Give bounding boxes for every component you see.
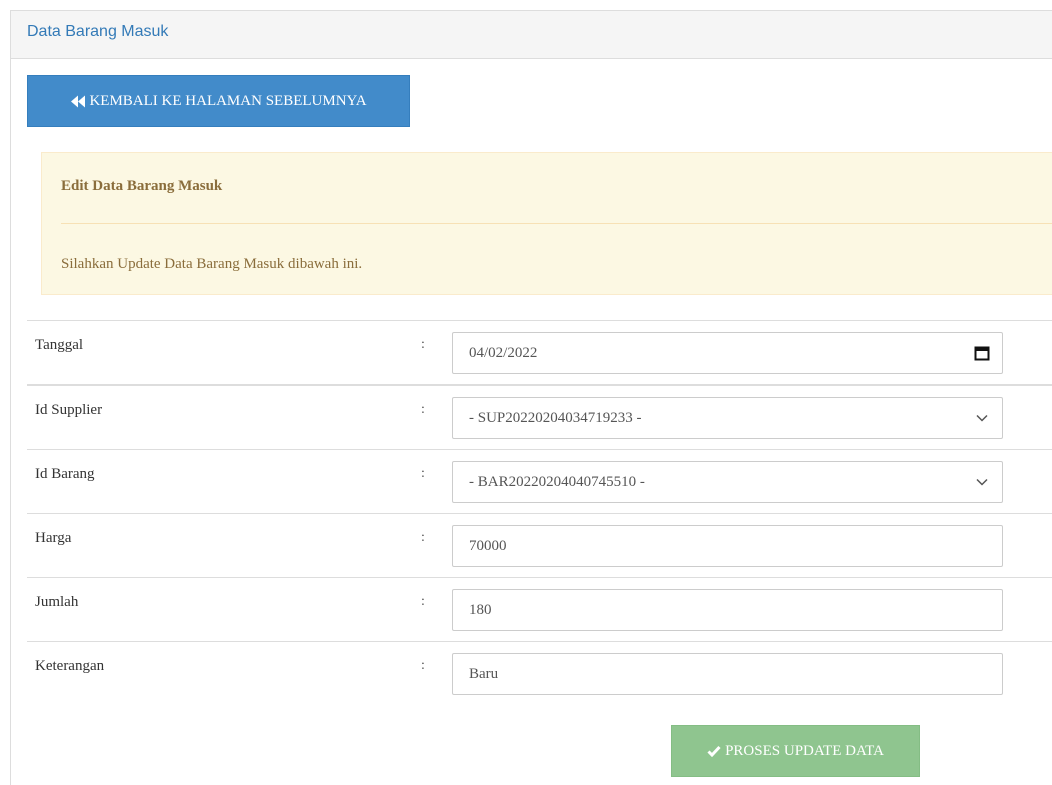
- form-row-id-supplier: Id Supplier : - SUP20220204034719233 -: [27, 386, 1052, 450]
- back-button[interactable]: KEMBALI KE HALAMAN SEBELUMNYA: [27, 75, 410, 127]
- alert-box: Edit Data Barang Masuk Silahkan Update D…: [41, 152, 1052, 295]
- alert-divider: [61, 223, 1052, 224]
- field-separator: :: [421, 402, 425, 417]
- panel: Data Barang Masuk KEMBALI KE HALAMAN SEB…: [10, 10, 1052, 785]
- form-row-id-barang: Id Barang : - BAR20220204040745510 -: [27, 450, 1052, 514]
- field-separator: :: [421, 530, 425, 545]
- panel-title: Data Barang Masuk: [27, 23, 169, 40]
- field-value: - BAR20220204040745510 -: [469, 473, 645, 490]
- field-label: Tanggal: [35, 337, 84, 353]
- submit-button-label: PROSES UPDATE DATA: [725, 742, 884, 759]
- id-barang-select[interactable]: - BAR20220204040745510 -: [452, 461, 1003, 503]
- submit-update-button[interactable]: PROSES UPDATE DATA: [671, 725, 920, 777]
- alert-message: Silahkan Update Data Barang Masuk dibawa…: [61, 256, 363, 272]
- form-row-harga: Harga : 70000: [27, 514, 1052, 578]
- field-label: Id Supplier: [35, 402, 103, 418]
- field-separator: :: [421, 466, 425, 481]
- form-row-jumlah: Jumlah : 180: [27, 578, 1052, 642]
- field-label: Jumlah: [35, 594, 79, 610]
- field-label: Keterangan: [35, 658, 105, 674]
- form-row-tanggal: Tanggal : 04/02/2022: [27, 321, 1052, 386]
- form-table: Tanggal : 04/02/2022 Id Supplier : - SUP…: [27, 320, 1052, 705]
- back-button-label: KEMBALI KE HALAMAN SEBELUMNYA: [89, 92, 367, 109]
- field-value: 180: [469, 601, 492, 618]
- keterangan-input[interactable]: Baru: [452, 653, 1003, 695]
- check-icon: [707, 745, 721, 757]
- field-value: 04/02/2022: [469, 344, 538, 361]
- id-supplier-select[interactable]: - SUP20220204034719233 -: [452, 397, 1003, 439]
- calendar-icon[interactable]: [962, 345, 1002, 361]
- field-separator: :: [421, 594, 425, 609]
- field-value: 70000: [469, 537, 507, 554]
- tanggal-date-input[interactable]: 04/02/2022: [452, 332, 1003, 374]
- field-label: Id Barang: [35, 466, 95, 482]
- form-row-keterangan: Keterangan : Baru: [27, 642, 1052, 705]
- chevron-down-icon: [962, 478, 1002, 486]
- jumlah-input[interactable]: 180: [452, 589, 1003, 631]
- chevron-down-icon: [962, 414, 1002, 422]
- field-value: Baru: [469, 665, 499, 682]
- panel-heading: Data Barang Masuk: [11, 11, 1052, 59]
- alert-title: Edit Data Barang Masuk: [61, 178, 223, 194]
- field-label: Harga: [35, 530, 72, 546]
- field-separator: :: [421, 337, 425, 352]
- harga-input[interactable]: 70000: [452, 525, 1003, 567]
- double-chevron-left-icon: [70, 95, 86, 108]
- field-value: - SUP20220204034719233 -: [469, 409, 642, 426]
- field-separator: :: [421, 658, 425, 673]
